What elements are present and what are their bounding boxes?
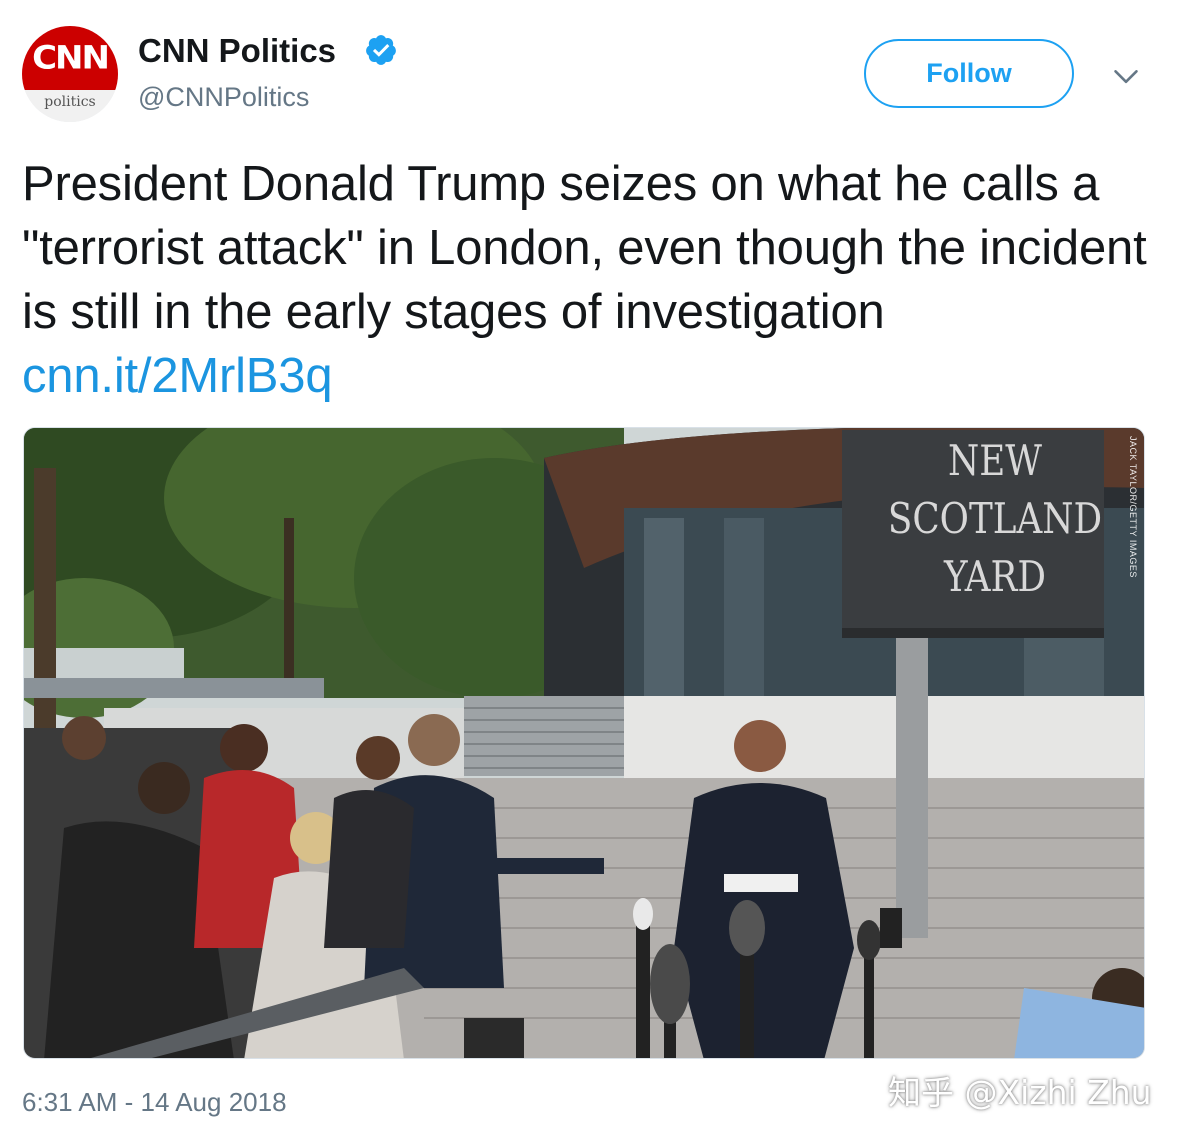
verified-badge-icon <box>366 35 396 65</box>
tweet-header: CNN politics CNN Politics @CNNPolitics F… <box>0 0 1178 130</box>
tweet-text: President Donald Trump seizes on what he… <box>22 152 1162 408</box>
tweet-link[interactable]: cnn.it/2MrlB3q <box>22 349 333 403</box>
cnn-logo: CNN <box>32 39 110 77</box>
sign-line: NEW <box>947 436 1042 485</box>
watermark: 知乎 @Xizhi Zhu <box>888 1073 1152 1112</box>
display-name[interactable]: CNN Politics <box>138 32 336 70</box>
tweet-timestamp[interactable]: 6:31 AM - 14 Aug 2018 <box>22 1087 287 1118</box>
follow-button[interactable]: Follow <box>864 39 1074 108</box>
sign-line: YARD <box>943 552 1047 601</box>
tweet-body: President Donald Trump seizes on what he… <box>22 157 1147 339</box>
account-handle[interactable]: @CNNPolitics <box>138 82 309 113</box>
sign-line: SCOTLAND <box>887 494 1103 543</box>
photo-credit: JACK TAYLOR/GETTY IMAGES <box>1128 436 1138 578</box>
avatar[interactable]: CNN politics <box>22 26 118 122</box>
tweet-photo[interactable]: NEW SCOTLAND YARD JACK TAYLOR/GETTY IMAG… <box>23 427 1145 1059</box>
chevron-down-icon[interactable] <box>1112 62 1140 90</box>
avatar-logo-area: CNN <box>22 26 118 90</box>
avatar-subtitle: politics <box>22 90 118 122</box>
